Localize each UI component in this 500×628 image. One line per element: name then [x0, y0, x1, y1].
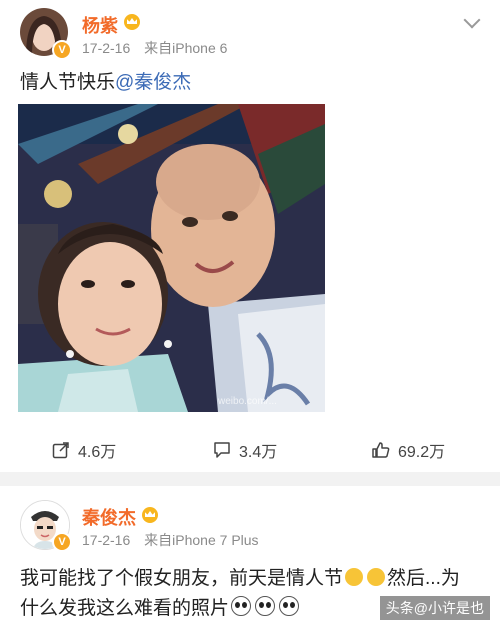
- crown-icon: [124, 14, 140, 30]
- ghost-emoji-icon: [279, 596, 300, 616]
- post-source: 来自iPhone 6: [144, 40, 228, 56]
- overlay-watermark: 头条@小许是也: [379, 596, 490, 620]
- author-name[interactable]: 秦俊杰: [82, 504, 136, 530]
- like-button[interactable]: 69.2万: [372, 432, 445, 468]
- comment-count: 3.4万: [239, 444, 278, 461]
- comment-icon: [214, 442, 230, 458]
- repost-button[interactable]: 4.6万: [52, 432, 116, 468]
- comment-button[interactable]: 3.4万: [213, 432, 277, 468]
- shrug-emoji-icon: [367, 568, 386, 586]
- post-meta: 17-2-16 来自iPhone 7 Plus: [82, 530, 269, 550]
- ghost-emoji-icon: [231, 596, 252, 616]
- post-text-body: 情人节快乐: [20, 72, 116, 93]
- ghost-emoji-icon: [255, 596, 276, 616]
- like-count: 69.2万: [398, 444, 446, 461]
- post-source: 来自iPhone 7 Plus: [144, 532, 259, 548]
- post-text-part: 然后...为: [387, 568, 460, 589]
- post-card-1: V 杨紫 17-2-16 来自iPhone 6 情人节快乐@秦俊杰 weibo.…: [0, 0, 500, 472]
- crown-icon: [142, 507, 158, 523]
- post-card-2: V 秦俊杰 17-2-16 来自iPhone 7 Plus 我可能找了个假女朋友…: [0, 486, 500, 628]
- photo-watermark: weibo.com/...: [217, 396, 277, 407]
- mention-link[interactable]: @秦俊杰: [115, 72, 191, 93]
- post-date: 17-2-16: [82, 40, 131, 56]
- post-text-line-1: 我可能找了个假女朋友，前天是情人节 然后...为: [20, 564, 460, 594]
- post-date: 17-2-16: [82, 532, 131, 548]
- thumbs-up-icon: [372, 442, 390, 458]
- repost-icon: [52, 442, 69, 459]
- action-bar: 4.6万 3.4万 69.2万: [0, 432, 500, 468]
- post-text-part: 我可能找了个假女朋友，前天是情人节: [20, 568, 344, 589]
- chevron-down-icon[interactable]: [463, 11, 481, 29]
- verified-badge: V: [52, 532, 72, 552]
- post-meta: 17-2-16 来自iPhone 6: [82, 38, 237, 58]
- shrug-emoji-icon: [345, 568, 364, 586]
- post-text: 情人节快乐@秦俊杰: [20, 68, 191, 98]
- author-name[interactable]: 杨紫: [82, 12, 118, 38]
- verified-badge: V: [52, 40, 72, 60]
- post-photo[interactable]: weibo.com/...: [18, 104, 325, 412]
- post-text-part: 什么发我这么难看的照片: [20, 598, 230, 619]
- repost-count: 4.6万: [78, 444, 117, 461]
- feed-divider: [0, 472, 500, 486]
